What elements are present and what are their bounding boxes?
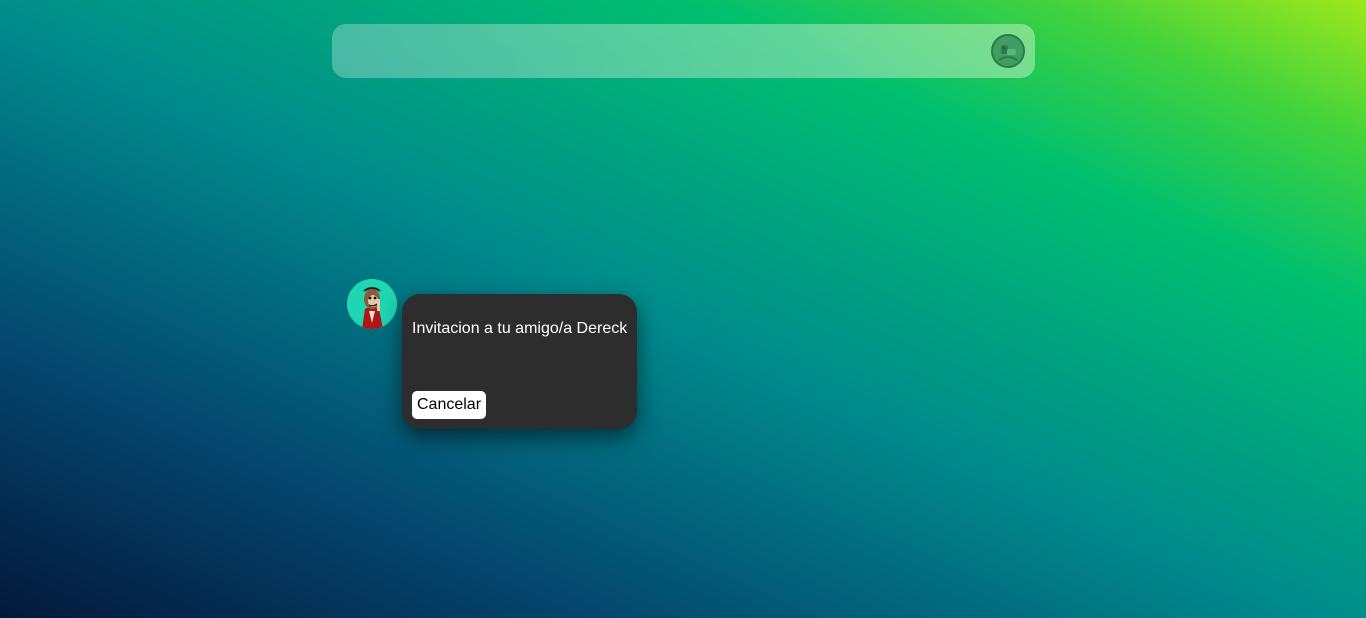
- invitation-message: Invitacion a tu amigo/a Dereck: [412, 320, 628, 337]
- sender-avatar: [347, 279, 397, 329]
- profile-avatar[interactable]: [991, 34, 1025, 68]
- invitation-card: Invitacion a tu amigo/a Dereck Cancelar: [402, 294, 637, 429]
- top-search-bar[interactable]: [332, 24, 1035, 78]
- monkey-avatar-icon: [347, 279, 397, 329]
- user-avatar-icon: [993, 36, 1023, 66]
- cancel-button[interactable]: Cancelar: [412, 391, 487, 419]
